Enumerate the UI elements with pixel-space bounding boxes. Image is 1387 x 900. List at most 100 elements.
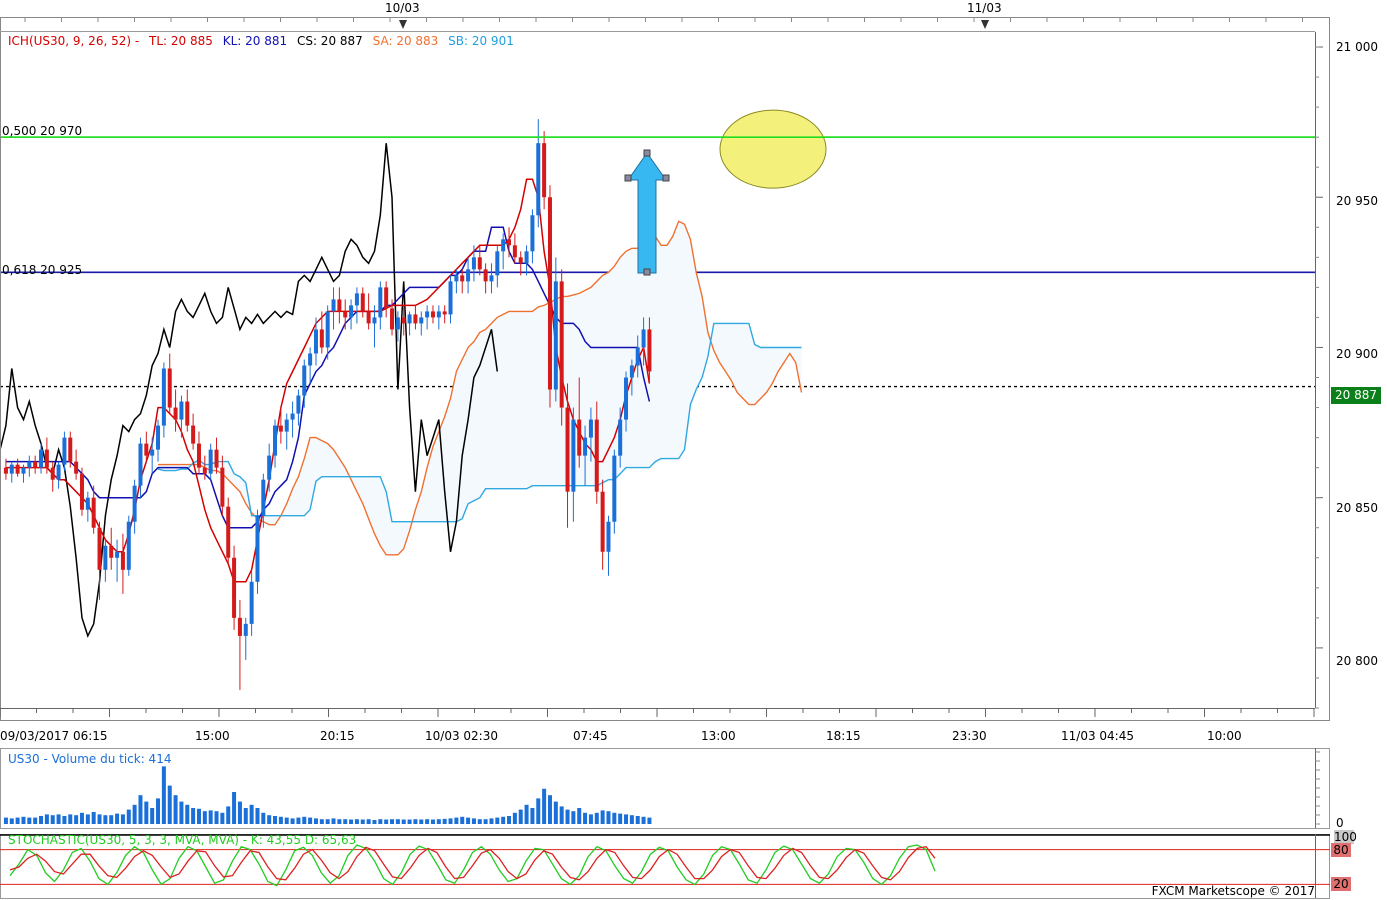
volume-bar	[524, 804, 529, 824]
volume-bar	[588, 814, 593, 824]
top-date-marker-1-triangle	[399, 20, 407, 29]
volume-bar	[161, 766, 166, 824]
candlestick	[232, 545, 237, 630]
candlestick	[191, 413, 196, 450]
volume-bar	[103, 815, 108, 824]
volume-bar	[278, 816, 283, 824]
candle-body	[454, 275, 459, 282]
candle-body	[185, 401, 190, 426]
candle-body	[103, 545, 108, 570]
candlestick	[308, 347, 313, 384]
candle-body	[477, 257, 482, 270]
volume-bar	[232, 792, 237, 824]
candle-body	[144, 443, 149, 456]
candle-body	[577, 419, 582, 456]
volume-bar	[495, 817, 500, 824]
volume-ytick-0: 0	[1336, 816, 1344, 830]
candlestick	[33, 455, 38, 474]
candle-body	[565, 407, 570, 492]
ytick-20800: 20 800	[1336, 654, 1378, 668]
candle-body	[489, 275, 494, 282]
candle-body	[191, 425, 196, 444]
candle-body	[419, 317, 424, 324]
volume-bar	[261, 812, 266, 824]
candle-body	[606, 521, 611, 552]
candle-body	[372, 317, 377, 324]
candle-body	[436, 311, 441, 318]
candlestick	[319, 311, 324, 354]
candlestick	[185, 389, 190, 432]
candlestick	[407, 311, 412, 336]
volume-bar	[249, 804, 254, 824]
legend-sb: SB: 20 901	[448, 34, 514, 48]
candle-body	[547, 197, 552, 390]
volume-bar	[3, 817, 8, 824]
volume-bar	[179, 801, 184, 824]
candle-body	[635, 347, 640, 366]
volume-bar	[466, 817, 471, 824]
volume-bar	[553, 801, 558, 824]
ytick-20950: 20 950	[1336, 194, 1378, 208]
candle-body	[179, 401, 184, 420]
candlestick	[126, 515, 131, 576]
candle-body	[9, 464, 14, 474]
candlestick	[296, 389, 301, 426]
candle-body	[483, 269, 488, 282]
volume-bar	[612, 812, 617, 824]
stoch-ytick-100: 100	[1334, 830, 1357, 844]
candlestick	[120, 533, 125, 594]
candlestick	[354, 287, 359, 324]
volume-bar	[606, 811, 611, 824]
candle-body	[150, 449, 155, 456]
candlestick	[284, 413, 289, 450]
volume-bar	[144, 801, 149, 824]
candlestick	[237, 599, 242, 690]
volume-bar	[629, 815, 634, 824]
candlestick	[442, 305, 447, 324]
volume-bar	[290, 818, 295, 824]
volume-bar	[349, 819, 354, 824]
candle-body	[518, 257, 523, 264]
candle-body	[507, 239, 512, 246]
volume-bar	[641, 816, 646, 824]
candlestick	[612, 449, 617, 534]
candle-body	[167, 368, 172, 408]
candle-body	[460, 275, 465, 282]
volume-bar	[419, 819, 424, 824]
candle-body	[126, 521, 131, 570]
candle-body	[442, 311, 447, 315]
candle-body	[302, 365, 307, 396]
candlestick	[360, 287, 365, 318]
candle-body	[553, 281, 558, 390]
candlestick	[542, 131, 547, 210]
candle-body	[425, 311, 430, 318]
volume-bar	[372, 820, 377, 824]
legend-title: ICH(US30, 9, 26, 52) -	[8, 34, 140, 48]
volume-bar	[185, 804, 190, 824]
candle-body	[208, 449, 213, 474]
candlestick	[419, 311, 424, 336]
candle-body	[237, 617, 242, 636]
xtick-4: 07:45	[573, 729, 608, 743]
candle-body	[278, 425, 283, 432]
chart-canvas[interactable]	[0, 0, 1387, 900]
candle-body	[337, 299, 342, 312]
candlestick	[173, 389, 178, 432]
candle-body	[366, 311, 371, 324]
xtick-0: 09/03/2017 06:15	[0, 729, 108, 743]
volume-bar	[360, 819, 365, 824]
volume-bar	[308, 817, 313, 824]
candlestick	[150, 437, 155, 474]
candle-body	[161, 368, 166, 426]
volume-bar	[436, 819, 441, 824]
candle-body	[308, 353, 313, 366]
candle-body	[138, 443, 143, 486]
candle-body	[448, 281, 453, 315]
candle-body	[588, 419, 593, 438]
candle-body	[354, 293, 359, 306]
top-date-marker-1: 10/03	[385, 1, 420, 15]
candle-body	[378, 287, 383, 318]
candle-body	[343, 311, 348, 318]
volume-bar	[202, 811, 207, 824]
candle-body	[325, 311, 330, 348]
